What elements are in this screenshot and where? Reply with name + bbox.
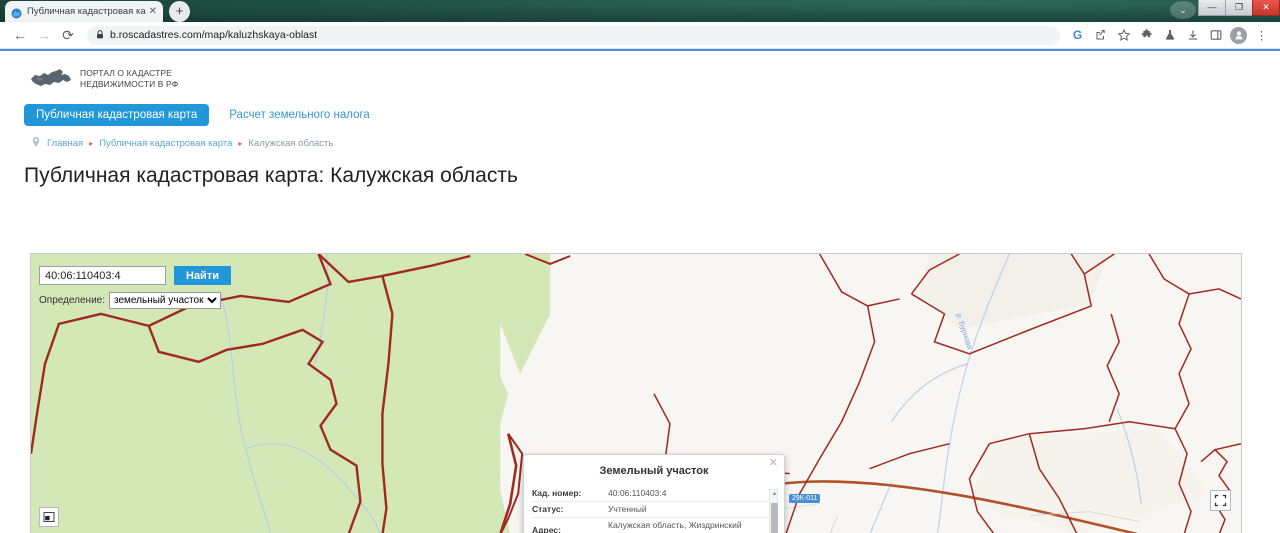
breadcrumb-item-home[interactable]: Главная xyxy=(47,138,83,149)
scroll-up-icon[interactable]: ▲ xyxy=(770,490,779,499)
main-nav-tabs: Публичная кадастровая карта Расчет земел… xyxy=(0,104,1280,126)
browser-window: Публичная кадастровая карта ✕ + ⌄ — ❐ ✕ … xyxy=(0,0,1280,533)
popup-row-key: Кад. номер: xyxy=(532,487,582,498)
popup-row-value: 40:06:110403:4 xyxy=(608,487,667,498)
logo-line-1: ПОРТАЛ О КАДАСТРЕ xyxy=(80,68,172,78)
avatar xyxy=(1230,26,1247,44)
popup-row-key: Статус: xyxy=(532,504,564,515)
cadastral-map[interactable]: Мужитино р. Бурнова ул. Молодежная р. Вю… xyxy=(30,253,1242,533)
bookmark-star-icon[interactable] xyxy=(1113,25,1134,46)
map-search-panel: Найти Определение: земельный участок xyxy=(39,266,231,309)
russia-map-logo-icon xyxy=(30,67,72,91)
window-close-button[interactable]: ✕ xyxy=(1252,0,1280,16)
reload-icon[interactable]: ⟳ xyxy=(56,23,80,47)
extensions-puzzle-icon[interactable] xyxy=(1136,25,1157,46)
page-content: ПОРТАЛ О КАДАСТРЕ НЕДВИЖИМОСТИ В РФ Публ… xyxy=(0,51,1280,533)
browser-tab[interactable]: Публичная кадастровая карта ✕ xyxy=(5,1,163,22)
map-road-shield-29k-011: 29К-011 xyxy=(789,494,821,503)
popup-row-key: Адрес: xyxy=(532,525,561,533)
popup-body: Кад. номер: 40:06:110403:4 Статус: Учтен… xyxy=(532,485,780,533)
back-icon[interactable]: ← xyxy=(8,23,32,47)
chevron-down-icon[interactable]: ⌄ xyxy=(1170,1,1196,19)
map-layers-button[interactable] xyxy=(39,507,59,527)
window-maximize-button[interactable]: ❐ xyxy=(1225,0,1253,16)
kebab-menu-icon[interactable]: ⋮ xyxy=(1251,25,1272,46)
google-icon[interactable]: G xyxy=(1067,25,1088,46)
popup-title: Земельный участок xyxy=(599,465,709,477)
breadcrumb-separator-icon: ▸ xyxy=(238,138,243,148)
tab-land-tax-calculator[interactable]: Расчет земельного налога xyxy=(217,104,382,126)
site-logo[interactable]: ПОРТАЛ О КАДАСТРЕ НЕДВИЖИМОСТИ В РФ xyxy=(30,67,1280,91)
browser-toolbar: ← → ⟳ b.roscadastres.com/map/kaluzhskaya… xyxy=(0,22,1280,49)
scrollbar-thumb[interactable] xyxy=(771,503,778,533)
breadcrumb-separator-icon: ▸ xyxy=(89,138,94,148)
download-icon[interactable] xyxy=(1182,25,1203,46)
breadcrumb: Главная ▸ Публичная кадастровая карта ▸ … xyxy=(0,137,1280,149)
cadastral-number-input[interactable] xyxy=(39,266,166,285)
definition-row: Определение: земельный участок xyxy=(39,292,231,309)
lab-flask-icon[interactable] xyxy=(1159,25,1180,46)
forward-icon[interactable]: → xyxy=(32,23,56,47)
search-button[interactable]: Найти xyxy=(174,266,231,285)
window-minimize-button[interactable]: — xyxy=(1198,0,1226,16)
address-bar[interactable]: b.roscadastres.com/map/kaluzhskaya-oblas… xyxy=(87,25,1060,45)
breadcrumb-item-map[interactable]: Публичная кадастровая карта xyxy=(99,138,232,149)
browser-tabstrip: Публичная кадастровая карта ✕ + ⌄ — ❐ ✕ xyxy=(0,0,1280,22)
location-pin-icon xyxy=(32,137,40,149)
site-header: ПОРТАЛ О КАДАСТРЕ НЕДВИЖИМОСТИ В РФ xyxy=(0,51,1280,91)
window-controls: — ❐ ✕ xyxy=(1198,0,1280,16)
toolbar-icon-group: G ⋮ xyxy=(1067,25,1272,46)
definition-label: Определение: xyxy=(39,295,106,306)
popup-scrollbar[interactable]: ▲ ▼ xyxy=(769,489,778,533)
tab-close-icon[interactable]: ✕ xyxy=(149,6,157,17)
popup-row-value: Учтенный xyxy=(608,504,647,515)
address-bar-url: b.roscadastres.com/map/kaluzhskaya-oblas… xyxy=(110,29,318,41)
popup-close-icon[interactable]: ✕ xyxy=(769,458,778,469)
new-tab-button[interactable]: + xyxy=(169,1,190,22)
parcel-info-popup: ✕ Земельный участок Кад. номер: 40:06:11… xyxy=(523,454,785,533)
search-row: Найти xyxy=(39,266,231,285)
share-icon[interactable] xyxy=(1090,25,1111,46)
lock-icon xyxy=(96,29,104,41)
map-fullscreen-button[interactable] xyxy=(1210,490,1231,511)
popup-row: Адрес: Калужская область, Жиздринский ра… xyxy=(532,517,780,533)
popup-row: Статус: Учтенный xyxy=(532,501,780,517)
browser-tab-title: Публичная кадастровая карта xyxy=(27,5,146,17)
profile-avatar-icon[interactable] xyxy=(1228,25,1249,46)
logo-line-2: НЕДВИЖИМОСТИ В РФ xyxy=(80,79,179,89)
sidepanel-icon[interactable] xyxy=(1205,25,1226,46)
tab-public-cadastral-map[interactable]: Публичная кадастровая карта xyxy=(24,104,210,126)
popup-row-value: Калужская область, Жиздринский район, КС… xyxy=(608,520,742,533)
fullscreen-icon xyxy=(1214,494,1227,507)
definition-select[interactable]: земельный участок xyxy=(109,292,222,309)
site-favicon-icon xyxy=(11,6,22,19)
site-logo-text: ПОРТАЛ О КАДАСТРЕ НЕДВИЖИМОСТИ В РФ xyxy=(80,68,178,90)
breadcrumb-item-region: Калужская область xyxy=(248,137,334,149)
popup-row: Кад. номер: 40:06:110403:4 xyxy=(532,485,780,501)
page-title: Публичная кадастровая карта: Калужская о… xyxy=(24,164,518,187)
layers-icon xyxy=(43,512,55,522)
